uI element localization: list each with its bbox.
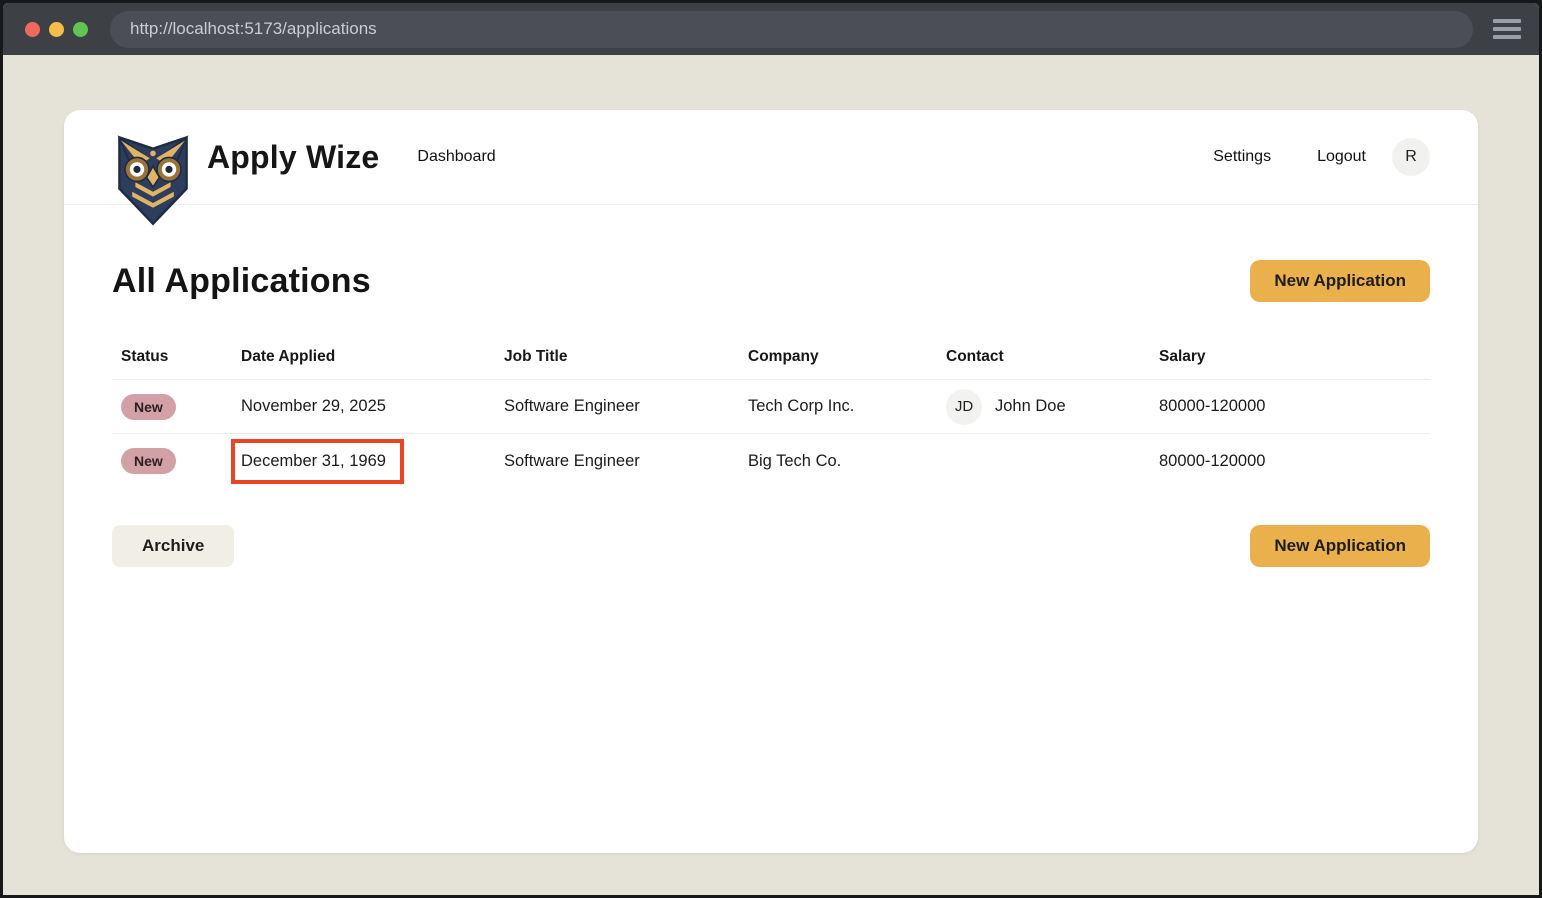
status-badge: New xyxy=(121,448,176,474)
job-title-cell: Software Engineer xyxy=(504,452,748,471)
column-header-status: Status xyxy=(112,348,241,366)
column-header-job-title: Job Title xyxy=(504,348,748,366)
salary-cell: 80000-120000 xyxy=(1159,397,1430,416)
page-title: All Applications xyxy=(112,262,371,301)
owl-logo-icon xyxy=(113,131,193,227)
address-bar[interactable]: http://localhost:5173/applications xyxy=(110,11,1473,48)
close-window-icon[interactable] xyxy=(25,22,40,37)
address-bar-url: http://localhost:5173/applications xyxy=(130,19,377,39)
archive-button[interactable]: Archive xyxy=(112,525,234,567)
table-row[interactable]: New December 31, 1969 Software Engineer … xyxy=(112,434,1430,488)
hamburger-menu-icon[interactable] xyxy=(1489,15,1525,43)
app-header: Apply Wize Dashboard Settings Logout R xyxy=(64,110,1478,205)
new-application-button-top[interactable]: New Application xyxy=(1250,260,1430,302)
contact-name: John Doe xyxy=(995,397,1066,416)
column-header-date-applied: Date Applied xyxy=(241,348,504,366)
date-applied-cell: November 29, 2025 xyxy=(241,397,504,416)
applications-table: Status Date Applied Job Title Company Co… xyxy=(112,334,1430,488)
column-header-salary: Salary xyxy=(1159,348,1430,366)
brand-title: Apply Wize xyxy=(207,139,379,176)
window-controls xyxy=(25,22,88,37)
column-header-contact: Contact xyxy=(946,348,1159,366)
app-card: Apply Wize Dashboard Settings Logout R A… xyxy=(64,110,1478,853)
highlight-rectangle: December 31, 1969 xyxy=(231,439,404,484)
app-body: All Applications New Application Status … xyxy=(64,260,1478,567)
date-applied-cell: December 31, 1969 xyxy=(241,439,504,484)
new-application-button-bottom[interactable]: New Application xyxy=(1250,525,1430,567)
contact-avatar: JD xyxy=(946,389,982,425)
table-header-row: Status Date Applied Job Title Company Co… xyxy=(112,334,1430,380)
page-background: Apply Wize Dashboard Settings Logout R A… xyxy=(3,55,1539,895)
browser-window: http://localhost:5173/applications xyxy=(0,0,1542,898)
contact-cell: JD John Doe xyxy=(946,389,1159,425)
company-cell: Big Tech Co. xyxy=(748,452,946,471)
user-avatar[interactable]: R xyxy=(1392,138,1430,176)
column-header-company: Company xyxy=(748,348,946,366)
logout-link[interactable]: Logout xyxy=(1317,148,1366,166)
salary-cell: 80000-120000 xyxy=(1159,452,1430,471)
status-badge: New xyxy=(121,394,176,420)
browser-chrome: http://localhost:5173/applications xyxy=(3,3,1539,55)
maximize-window-icon[interactable] xyxy=(73,22,88,37)
minimize-window-icon[interactable] xyxy=(49,22,64,37)
settings-link[interactable]: Settings xyxy=(1213,148,1271,166)
company-cell: Tech Corp Inc. xyxy=(748,397,946,416)
job-title-cell: Software Engineer xyxy=(504,397,748,416)
nav-dashboard-link[interactable]: Dashboard xyxy=(417,148,495,166)
table-row[interactable]: New November 29, 2025 Software Engineer … xyxy=(112,380,1430,434)
